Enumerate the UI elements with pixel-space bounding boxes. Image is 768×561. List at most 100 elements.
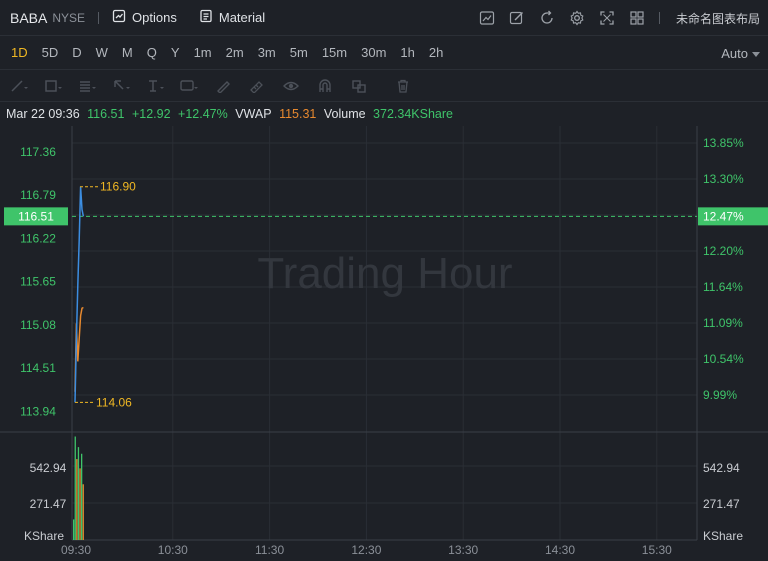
text-line-icon[interactable]: [140, 76, 170, 96]
material-label: Material: [218, 10, 266, 25]
fullscreen-icon[interactable]: [599, 10, 615, 26]
timeframe-30m[interactable]: 30m: [354, 45, 393, 60]
price-line: [74, 186, 85, 403]
price-axis-tick: 115.65: [20, 275, 56, 289]
divider: [658, 12, 660, 24]
timeframe-2h[interactable]: 2h: [422, 45, 450, 60]
time-axis-tick: 09:30: [61, 543, 91, 557]
volume-unit-right: KShare: [703, 529, 743, 543]
time-axis-tick: 13:30: [448, 543, 478, 557]
drawing-toolbar: [0, 70, 768, 102]
timeframe-5m[interactable]: 5m: [283, 45, 315, 60]
low-price-label: 114.06: [96, 395, 132, 409]
percent-axis-tick: 13.85%: [703, 136, 744, 150]
trendline-icon[interactable]: [4, 76, 34, 96]
material-button[interactable]: Material: [199, 9, 265, 26]
quote-datetime: Mar 22 09:36: [6, 107, 80, 121]
quote-change: +12.92: [131, 107, 171, 121]
timeframe-1d[interactable]: 1D: [0, 45, 35, 60]
fib-icon[interactable]: [72, 76, 102, 96]
quote-info-line: Mar 22 09:36 116.51 +12.92 +12.47% VWAP …: [6, 107, 457, 121]
annotation-icon[interactable]: [174, 76, 204, 96]
timeframe-1h[interactable]: 1h: [393, 45, 421, 60]
layout-name[interactable]: 未命名图表布局: [676, 10, 760, 27]
magnet-icon[interactable]: [310, 76, 340, 96]
volume-bar: [73, 519, 75, 540]
timeframe-2m[interactable]: 2m: [219, 45, 251, 60]
volume-bar: [81, 453, 83, 540]
percent-axis-tick: 11.64%: [703, 280, 743, 294]
price-axis-tick: 115.08: [20, 318, 56, 332]
volume-bar: [77, 447, 80, 540]
timeframe-5d[interactable]: 5D: [35, 45, 66, 60]
price-chart[interactable]: Trading Hour 117.36 116.79 116.22 115.65 115.…: [0, 126, 768, 561]
rectangle-icon[interactable]: [38, 76, 68, 96]
price-axis-tick: 114.51: [20, 361, 56, 375]
volume-axis-tick-right: 271.47: [703, 497, 740, 511]
timeframe-3m[interactable]: 3m: [251, 45, 283, 60]
time-axis-tick: 10:30: [158, 543, 188, 557]
options-label: Options: [132, 10, 177, 25]
volume-value: 372.34KShare: [373, 107, 453, 121]
refresh-icon[interactable]: [539, 10, 555, 26]
time-axis-tick: 14:30: [545, 543, 575, 557]
lock-icon[interactable]: [344, 76, 374, 96]
volume-axis-tick-left: 271.47: [30, 497, 67, 511]
volume-label: Volume: [323, 107, 366, 121]
price-axis-tick: 117.36: [20, 145, 56, 159]
quote-change-pct: +12.47%: [178, 107, 228, 121]
layout-grid-icon[interactable]: [629, 10, 645, 26]
exchange-label: NYSE: [52, 10, 86, 25]
volume-bar: [79, 468, 81, 540]
edit-icon[interactable]: [509, 10, 525, 26]
percent-axis-tick: 12.20%: [703, 244, 744, 258]
top-toolbar: BABA NYSE Options Material 未命名图表布局: [0, 0, 768, 36]
price-axis-tick: 116.22: [20, 231, 56, 245]
timeframe-d[interactable]: D: [65, 45, 88, 60]
eye-icon[interactable]: [276, 76, 306, 96]
price-axis-tick: 116.79: [20, 188, 56, 202]
percent-axis-tick: 11.09%: [703, 316, 743, 330]
ticker-symbol[interactable]: BABA: [10, 10, 47, 26]
last-pct-label: 12.47%: [703, 209, 744, 223]
volume-bar: [76, 459, 78, 540]
divider: [98, 11, 100, 24]
options-button[interactable]: Options: [112, 9, 177, 26]
pencil-icon[interactable]: [208, 76, 238, 96]
timeframe-m[interactable]: M: [115, 45, 140, 60]
percent-axis-tick: 10.54%: [703, 352, 744, 366]
document-icon: [199, 9, 213, 26]
ruler-icon[interactable]: [242, 76, 272, 96]
timeframe-q[interactable]: Q: [140, 45, 164, 60]
timeframe-y[interactable]: Y: [164, 45, 187, 60]
volume-bar: [74, 436, 76, 540]
quote-price: 116.51: [87, 107, 125, 121]
volume-unit-left: KShare: [24, 529, 64, 543]
percent-axis-tick: 9.99%: [703, 388, 737, 402]
arrow-icon[interactable]: [106, 76, 136, 96]
settings-icon[interactable]: [569, 10, 585, 26]
timeframe-15m[interactable]: 15m: [315, 45, 354, 60]
chart-type-icon[interactable]: [479, 10, 495, 26]
chart-watermark: Trading Hour: [257, 249, 512, 298]
time-axis-tick: 15:30: [642, 543, 672, 557]
price-axis-tick: 113.94: [20, 404, 56, 418]
volume-axis-tick-right: 542.94: [703, 461, 740, 475]
vwap-value: 115.31: [279, 107, 317, 121]
chevron-down-icon: [752, 52, 760, 57]
vwap-label: VWAP: [235, 107, 272, 121]
high-price-label: 116.90: [100, 180, 136, 194]
last-price-label: 116.51: [18, 209, 54, 223]
volume-bar: [82, 484, 84, 540]
trash-icon[interactable]: [388, 76, 418, 96]
scale-mode-select[interactable]: Auto: [721, 46, 748, 61]
timeframe-1m[interactable]: 1m: [187, 45, 219, 60]
timeframe-bar: 1D 5D D W M Q Y 1m 2m 3m 5m 15m 30m 1h 2h Auto: [0, 36, 768, 70]
time-axis-tick: 11:30: [255, 543, 284, 557]
percent-axis-tick: 13.30%: [703, 172, 744, 186]
timeframe-w[interactable]: W: [89, 45, 115, 60]
options-icon: [112, 9, 126, 26]
time-axis-tick: 12:30: [351, 543, 381, 557]
volume-axis-tick-left: 542.94: [30, 461, 67, 475]
top-right-tools: 未命名图表布局: [479, 0, 760, 36]
